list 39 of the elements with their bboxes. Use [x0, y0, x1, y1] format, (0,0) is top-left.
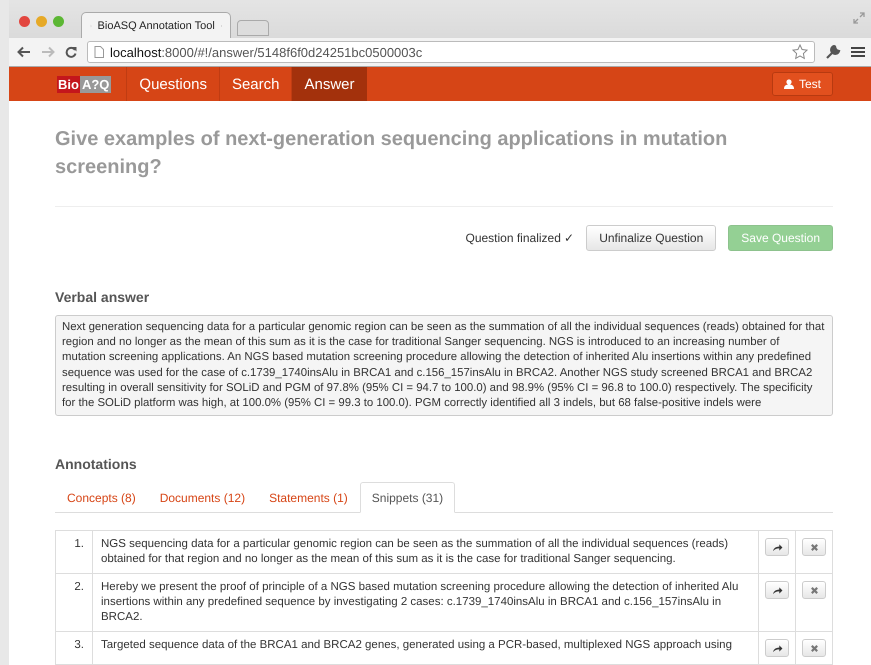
arrow-icon: [772, 542, 782, 552]
tab[interactable]: Statements (1): [257, 482, 360, 514]
snippet-text: Targeted sequence data of the BRCA1 and BRCA2 genes, generated using a PCR-based, multiplexed NGS approach using: [92, 632, 758, 665]
menu-icon[interactable]: [851, 46, 865, 58]
tab[interactable]: Documents (12): [148, 482, 258, 514]
nav-link[interactable]: Answer: [291, 67, 367, 101]
star-icon[interactable]: [792, 44, 808, 60]
browser-tab[interactable]: BioASQ Annotation Tool: [81, 12, 231, 38]
section-heading: Verbal answer: [55, 289, 150, 305]
close-window-button[interactable]: [19, 16, 30, 27]
answer-field[interactable]: Next generation sequencing data for a particular genomic region can be seen as the summation of all the individual sequences (reads) obtained for that region and no longer as the mean of this sum as it is the case for traditional Sanger sequencing. NGS is introduced to an increasing number of mutation screening applications. An NGS based mutation screening procedure allowing the detection of inherited Alu insertions within any predefined sequence was used for the case of c.1739_1740insAlu in BRCA1 and c.156_157insAlu in BRCA2. Another NGS study screened BRCA1 and BRCA2 resulting in overall sensitivity for SOLiD and PGM of 97.8% (95% CI = 94.7 to 100.0) and 98.9% (95% CI = 96.8 to 100.0) respectively. The specificity for the SOLiD platform was high, at 100.0% (95% CI = 99.3 to 100.0). PGM correctly identified all 3 indels, but 68 false-positive indels were: [55, 315, 833, 416]
address-field[interactable]: localhost:8000/#!/answer/5148f6f0d24251bc0500003c: [87, 41, 815, 63]
remove-button[interactable]: [802, 581, 826, 600]
arrow-icon: [772, 644, 782, 653]
user-icon: [784, 79, 794, 89]
arrow-icon: [772, 586, 782, 595]
share-button[interactable]: [765, 538, 789, 556]
back-icon[interactable]: [17, 46, 31, 58]
tab[interactable]: Snippets (31): [360, 482, 456, 514]
reload-icon[interactable]: [65, 46, 77, 58]
user-button[interactable]: Test: [772, 72, 833, 96]
logo[interactable]: Bio A?Q: [54, 67, 114, 101]
remove-button[interactable]: [802, 538, 826, 556]
share-button[interactable]: [765, 639, 789, 658]
unfinalize-button[interactable]: Unfinalize Question: [586, 225, 716, 251]
section-heading: Annotations: [55, 456, 138, 472]
tab[interactable]: Concepts (8): [55, 482, 148, 514]
share-button[interactable]: [765, 581, 789, 600]
row-number: 2.: [56, 574, 92, 632]
user-name: Test: [798, 77, 821, 91]
wrench-icon[interactable]: [825, 44, 841, 60]
nav-link[interactable]: Questions: [126, 67, 219, 101]
question-title: Give examples of next-generation sequencing applications in mutation screening?: [55, 127, 728, 180]
row-number: 1.: [56, 530, 92, 574]
snippet-text: NGS sequencing data for a particular genomic region can be seen as the summation of all the individual sequences (reads) obtained for that region and no longer as the mean of this sum as it is the case for traditional Sanger sequencing.: [92, 530, 758, 574]
status-text: Question finalized ✓: [465, 231, 574, 245]
row-number: 3.: [56, 632, 92, 665]
snippet-text: Hereby we present the proof of principle of a NGS based mutation screening procedure allowing the detection of inherited Alu insertions within any predefined sequence by investigating 2 cases: c.1739_1740insAlu in BRCA1 and c.156_157insAlu in BRCA2.: [92, 574, 758, 632]
remove-button[interactable]: [802, 639, 826, 658]
